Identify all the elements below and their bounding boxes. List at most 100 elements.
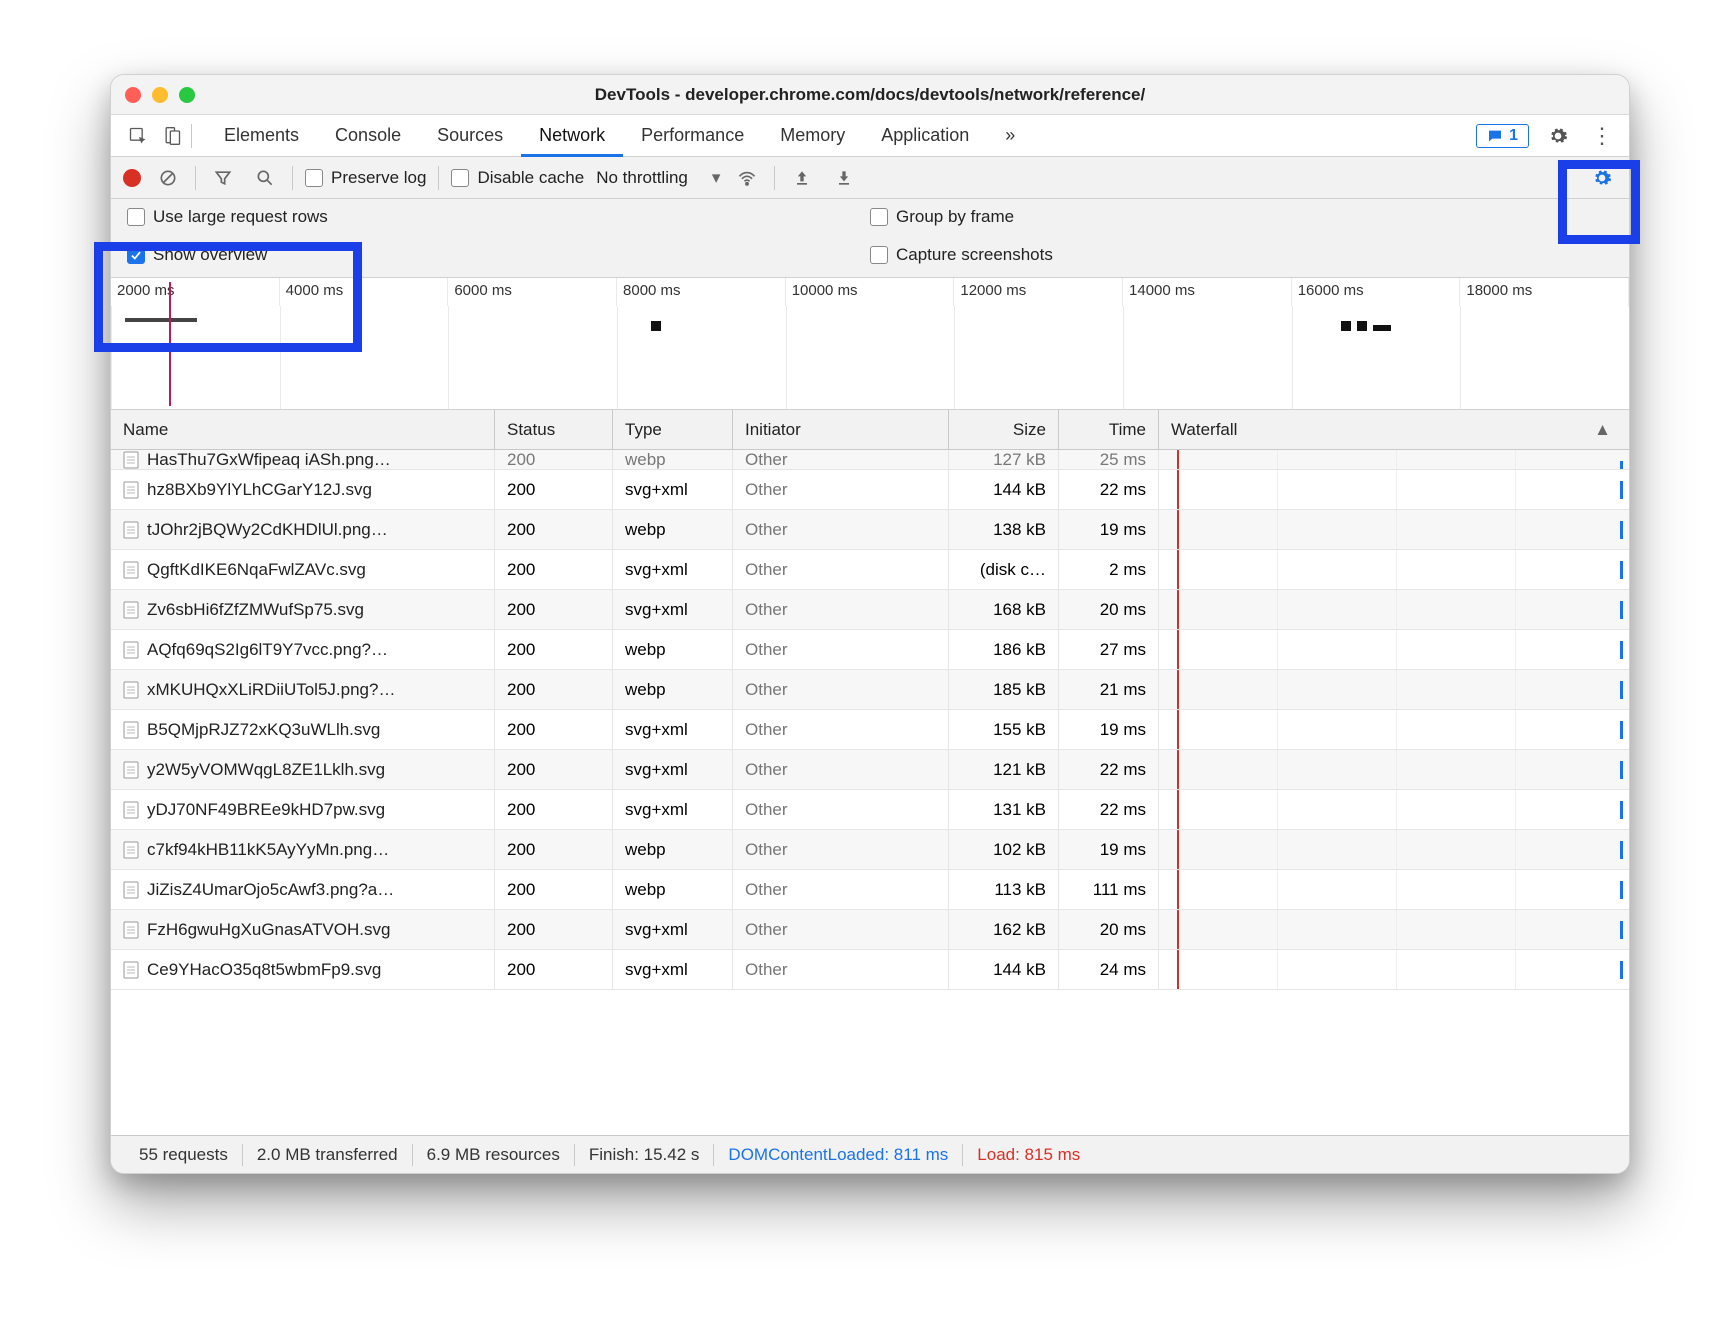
cell-initiator: Other xyxy=(733,790,949,829)
cell-time: 21 ms xyxy=(1059,670,1159,709)
inspect-element-icon[interactable] xyxy=(123,121,153,151)
tab-application[interactable]: Application xyxy=(863,115,987,157)
cell-size: 138 kB xyxy=(949,510,1059,549)
capture-screenshots-checkbox[interactable]: Capture screenshots xyxy=(870,245,1613,265)
col-type[interactable]: Type xyxy=(613,410,733,449)
close-window-button[interactable] xyxy=(125,87,141,103)
col-name[interactable]: Name xyxy=(111,410,495,449)
clear-log-icon[interactable] xyxy=(153,163,183,193)
preserve-log-checkbox[interactable]: Preserve log xyxy=(305,168,426,188)
cell-waterfall xyxy=(1159,790,1629,829)
upload-har-icon[interactable] xyxy=(787,163,817,193)
tab-sources[interactable]: Sources xyxy=(419,115,521,157)
table-row[interactable]: y2W5yVOMWqgL8ZE1Lklh.svg 200 svg+xml Oth… xyxy=(111,750,1629,790)
cell-time: 111 ms xyxy=(1059,870,1159,909)
tick: 8000 ms xyxy=(617,278,786,306)
cell-initiator: Other xyxy=(733,870,949,909)
filter-icon[interactable] xyxy=(208,163,238,193)
tab-performance[interactable]: Performance xyxy=(623,115,762,157)
cell-status: 200 xyxy=(495,910,613,949)
group-by-frame-checkbox[interactable]: Group by frame xyxy=(870,207,1613,227)
tab-network[interactable]: Network xyxy=(521,115,623,157)
cell-initiator: Other xyxy=(733,670,949,709)
cell-name: HasThu7GxWfipeaq iASh.png… xyxy=(147,450,391,469)
table-row[interactable]: AQfq69qS2Ig6lT9Y7vcc.png?… 200 webp Othe… xyxy=(111,630,1629,670)
cell-type: svg+xml xyxy=(613,950,733,989)
cell-name: AQfq69qS2Ig6lT9Y7vcc.png?… xyxy=(147,640,388,660)
col-waterfall[interactable]: Waterfall ▲ xyxy=(1159,410,1629,449)
device-toolbar-icon[interactable] xyxy=(157,121,187,151)
cell-waterfall xyxy=(1159,630,1629,669)
status-load: Load: 815 ms xyxy=(963,1145,1094,1165)
file-icon xyxy=(123,921,139,939)
table-row[interactable]: xMKUHQxXLiRDiiUTol5J.png?… 200 webp Othe… xyxy=(111,670,1629,710)
tab-console[interactable]: Console xyxy=(317,115,419,157)
large-rows-label: Use large request rows xyxy=(153,207,328,227)
col-status[interactable]: Status xyxy=(495,410,613,449)
cell-status: 200 xyxy=(495,710,613,749)
cell-time: 27 ms xyxy=(1059,630,1159,669)
disable-cache-checkbox[interactable]: Disable cache xyxy=(451,168,584,188)
table-row[interactable]: Ce9YHacO35q8t5wbmFp9.svg 200 svg+xml Oth… xyxy=(111,950,1629,990)
network-settings-panel: Use large request rows Group by frame Sh… xyxy=(111,199,1629,278)
more-options-icon[interactable]: ⋮ xyxy=(1587,121,1617,151)
col-size[interactable]: Size xyxy=(949,410,1059,449)
table-row[interactable]: JiZisZ4UmarOjo5cAwf3.png?a… 200 webp Oth… xyxy=(111,870,1629,910)
network-conditions-icon[interactable] xyxy=(732,163,762,193)
cell-type: webp xyxy=(613,630,733,669)
file-icon xyxy=(123,561,139,579)
cell-status: 200 xyxy=(495,750,613,789)
cell-waterfall xyxy=(1159,870,1629,909)
col-time[interactable]: Time xyxy=(1059,410,1159,449)
cell-waterfall xyxy=(1159,750,1629,789)
issues-badge[interactable]: 1 xyxy=(1476,124,1529,148)
capture-screenshots-label: Capture screenshots xyxy=(896,245,1053,265)
throttling-select[interactable]: No throttling ▾ xyxy=(596,168,720,188)
minimize-window-button[interactable] xyxy=(152,87,168,103)
requests-table: Name Status Type Initiator Size Time Wat… xyxy=(111,410,1629,1135)
cell-time: 22 ms xyxy=(1059,470,1159,509)
tab-overflow[interactable]: » xyxy=(987,115,1033,157)
cell-status: 200 xyxy=(495,470,613,509)
network-settings-gear-icon[interactable] xyxy=(1587,163,1617,193)
table-row[interactable]: c7kf94kHB11kK5AyYyMn.png… 200 webp Other… xyxy=(111,830,1629,870)
cell-type: webp xyxy=(613,870,733,909)
cell-status: 200 xyxy=(495,670,613,709)
search-icon[interactable] xyxy=(250,163,280,193)
table-row[interactable]: FzH6gwuHgXuGnasATVOH.svg 200 svg+xml Oth… xyxy=(111,910,1629,950)
tab-memory[interactable]: Memory xyxy=(762,115,863,157)
zoom-window-button[interactable] xyxy=(179,87,195,103)
cell-name: FzH6gwuHgXuGnasATVOH.svg xyxy=(147,920,390,940)
tab-elements[interactable]: Elements xyxy=(206,115,317,157)
file-icon xyxy=(123,881,139,899)
show-overview-checkbox[interactable]: Show overview xyxy=(127,245,870,265)
tick: 4000 ms xyxy=(280,278,449,306)
cell-status: 200 xyxy=(495,590,613,629)
show-overview-label: Show overview xyxy=(153,245,267,265)
cell-time: 24 ms xyxy=(1059,950,1159,989)
col-initiator[interactable]: Initiator xyxy=(733,410,949,449)
record-button[interactable] xyxy=(123,169,141,187)
settings-gear-icon[interactable] xyxy=(1543,121,1573,151)
cell-type: svg+xml xyxy=(613,910,733,949)
download-har-icon[interactable] xyxy=(829,163,859,193)
cell-status: 200 xyxy=(495,450,613,469)
tick: 14000 ms xyxy=(1123,278,1292,306)
table-row[interactable]: B5QMjpRJZ72xKQ3uWLlh.svg 200 svg+xml Oth… xyxy=(111,710,1629,750)
cell-size: 144 kB xyxy=(949,470,1059,509)
cell-name: JiZisZ4UmarOjo5cAwf3.png?a… xyxy=(147,880,394,900)
devtools-window: DevTools - developer.chrome.com/docs/dev… xyxy=(110,74,1630,1174)
table-row[interactable]: HasThu7GxWfipeaq iASh.png… 200 webp Othe… xyxy=(111,450,1629,470)
table-row[interactable]: hz8BXb9YlYLhCGarY12J.svg 200 svg+xml Oth… xyxy=(111,470,1629,510)
table-row[interactable]: QgftKdIKE6NqaFwlZAVc.svg 200 svg+xml Oth… xyxy=(111,550,1629,590)
cell-initiator: Other xyxy=(733,630,949,669)
window-titlebar: DevTools - developer.chrome.com/docs/dev… xyxy=(111,75,1629,115)
table-row[interactable]: Zv6sbHi6fZfZMWufSp75.svg 200 svg+xml Oth… xyxy=(111,590,1629,630)
table-row[interactable]: yDJ70NF49BREe9kHD7pw.svg 200 svg+xml Oth… xyxy=(111,790,1629,830)
large-rows-checkbox[interactable]: Use large request rows xyxy=(127,207,870,227)
table-row[interactable]: tJOhr2jBQWy2CdKHDlUl.png… 200 webp Other… xyxy=(111,510,1629,550)
over-overview-timeline[interactable]: 2000 ms 4000 ms 6000 ms 8000 ms 10000 ms… xyxy=(111,278,1629,410)
file-icon xyxy=(123,721,139,739)
cell-size: 144 kB xyxy=(949,950,1059,989)
cell-waterfall xyxy=(1159,670,1629,709)
